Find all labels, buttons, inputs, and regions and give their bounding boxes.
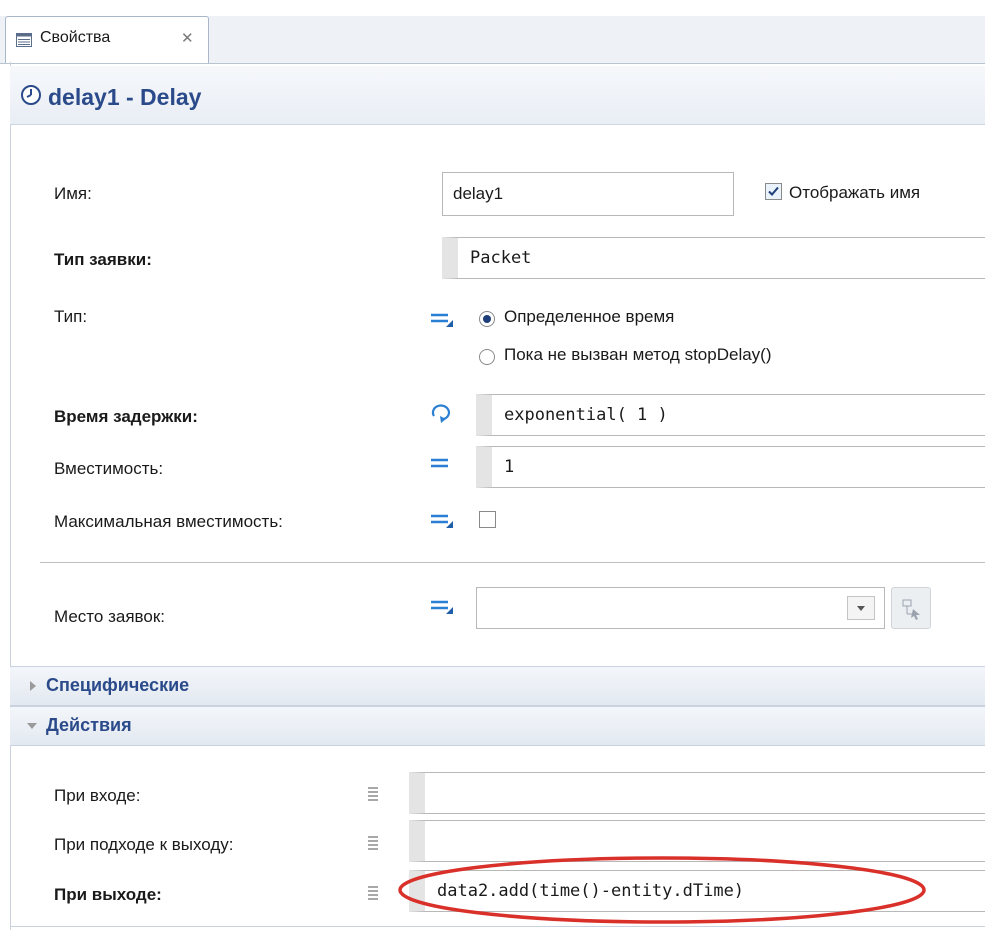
close-icon[interactable]: ✕ [181, 29, 194, 47]
bottom-border [10, 926, 985, 927]
name-label: Имя: [54, 184, 92, 203]
on-exit-label: При выходе: [54, 885, 162, 904]
capacity-label: Вместимость: [54, 459, 164, 478]
properties-table-icon [16, 33, 32, 47]
static-param-icon[interactable] [428, 310, 454, 328]
static-param-icon[interactable] [428, 511, 454, 529]
location-label: Место заявок: [54, 607, 165, 626]
show-name-label: Отображать имя [789, 183, 921, 202]
radio-fixed-time-label: Определенное время [504, 307, 675, 326]
dropdown-button[interactable] [847, 596, 875, 620]
delay-time-value: exponential( 1 ) [504, 405, 668, 425]
tab-properties[interactable]: Свойства ✕ [5, 16, 209, 63]
max-capacity-label: Максимальная вместимость: [54, 512, 283, 531]
separator [40, 562, 985, 563]
max-capacity-checkbox[interactable] [479, 511, 496, 528]
delay-time-input[interactable]: exponential( 1 ) [476, 394, 985, 436]
select-location-button[interactable] [891, 587, 931, 629]
dynamic-param-icon[interactable] [428, 402, 454, 426]
expand-arrow-icon [30, 681, 36, 691]
capacity-value: 1 [504, 457, 515, 477]
highlight-ellipse [398, 856, 926, 924]
section-specific[interactable]: Специфические [10, 666, 985, 706]
on-enter-label: При входе: [54, 786, 141, 805]
show-name-checkbox[interactable] [765, 183, 782, 200]
radio-until-stop[interactable] [479, 349, 495, 365]
delay-time-label: Время задержки: [54, 407, 198, 426]
chevron-down-icon [857, 606, 865, 611]
select-on-canvas-icon [902, 599, 920, 620]
type-label: Тип: [54, 307, 88, 326]
clock-icon [21, 85, 41, 105]
capacity-input[interactable]: 1 [476, 446, 985, 488]
entity-type-value: Packet [470, 248, 532, 268]
static-param-icon[interactable] [428, 597, 454, 615]
section-actions[interactable]: Действия [10, 706, 985, 746]
radio-fixed-time[interactable] [479, 311, 495, 327]
entity-type-input[interactable]: Packet [442, 237, 985, 279]
name-input[interactable]: delay1 [442, 172, 734, 216]
entity-type-label: Тип заявки: [54, 250, 152, 269]
collapse-arrow-icon [27, 723, 37, 729]
code-param-icon[interactable] [366, 835, 380, 851]
tab-label: Свойства [40, 29, 111, 46]
name-value: delay1 [453, 184, 504, 203]
code-param-icon[interactable] [366, 885, 380, 901]
section-actions-title: Действия [46, 715, 132, 735]
panel-border [10, 62, 11, 930]
radio-until-stop-label: Пока не вызван метод stopDelay() [504, 345, 772, 364]
section-specific-title: Специфические [46, 675, 190, 695]
on-enter-input[interactable] [409, 772, 985, 814]
code-param-icon[interactable] [366, 786, 380, 802]
page-title: delay1 - Delay [48, 84, 202, 110]
check-icon [768, 186, 779, 196]
on-at-exit-label: При подходе к выходу: [54, 835, 234, 854]
equals-param-icon[interactable] [428, 457, 454, 471]
location-select[interactable] [476, 587, 885, 629]
